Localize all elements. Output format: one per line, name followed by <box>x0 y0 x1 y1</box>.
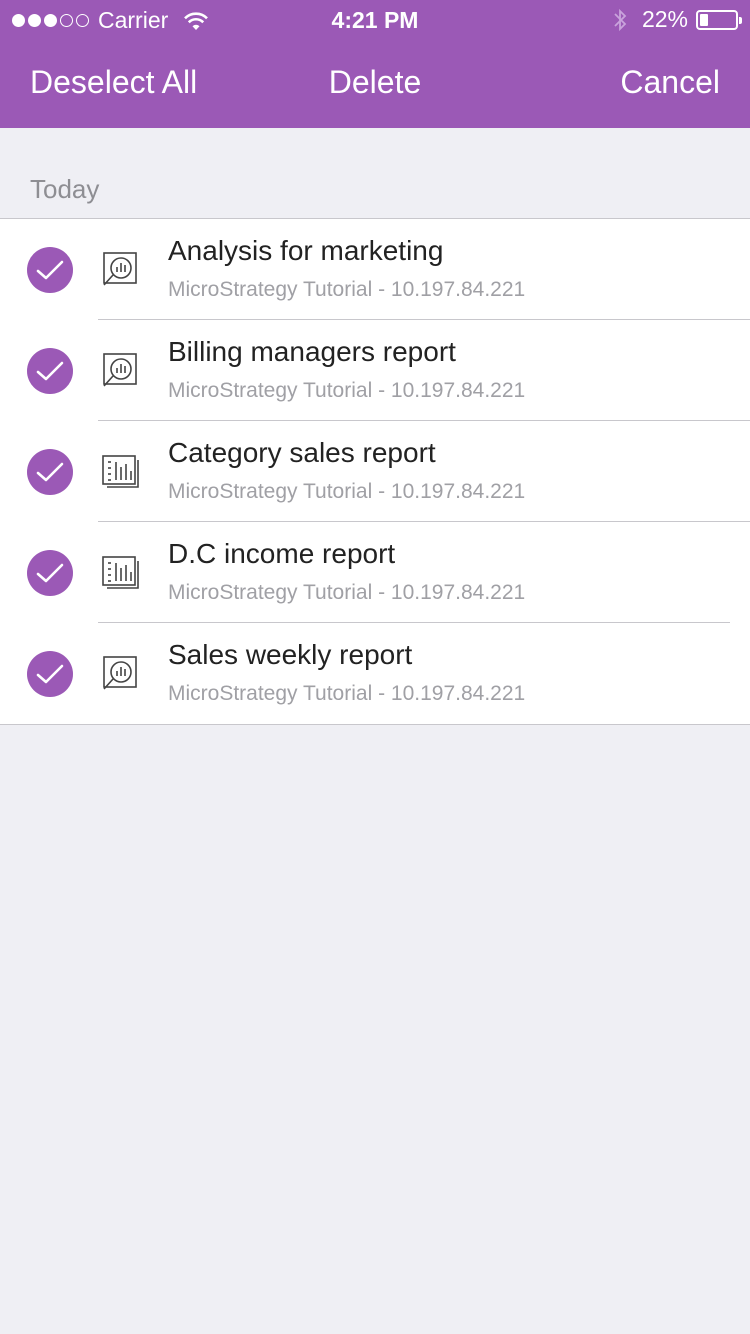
nav-bar: Deselect All Delete Cancel <box>0 40 750 128</box>
checkmark-icon[interactable] <box>27 348 73 394</box>
list-item[interactable]: Analysis for marketing MicroStrategy Tut… <box>0 219 750 320</box>
grid-report-icon <box>102 556 139 589</box>
list-item[interactable]: D.C income report MicroStrategy Tutorial… <box>0 522 750 623</box>
grid-report-icon <box>102 455 139 488</box>
item-subtitle: MicroStrategy Tutorial - 10.197.84.221 <box>168 480 526 503</box>
section-header-today: Today <box>30 174 100 204</box>
item-title: Billing managers report <box>168 336 456 367</box>
battery-icon <box>696 9 742 30</box>
item-subtitle: MicroStrategy Tutorial - 10.197.84.221 <box>168 581 526 604</box>
cancel-button[interactable]: Cancel <box>620 64 720 101</box>
checkmark-icon[interactable] <box>27 651 73 697</box>
item-subtitle: MicroStrategy Tutorial - 10.197.84.221 <box>168 379 526 402</box>
checkmark-icon[interactable] <box>27 449 73 495</box>
list-item[interactable]: Category sales report MicroStrategy Tuto… <box>0 421 750 522</box>
header: Carrier 4:21 PM 22% Deselect All Delete … <box>0 0 750 128</box>
checkmark-icon[interactable] <box>27 247 73 293</box>
report-list: Analysis for marketing MicroStrategy Tut… <box>0 218 750 725</box>
list-item[interactable]: Billing managers report MicroStrategy Tu… <box>0 320 750 421</box>
item-title: Sales weekly report <box>168 639 413 670</box>
item-subtitle: MicroStrategy Tutorial - 10.197.84.221 <box>168 278 526 301</box>
item-subtitle: MicroStrategy Tutorial - 10.197.84.221 <box>168 682 526 705</box>
item-title: Analysis for marketing <box>168 235 444 266</box>
status-right: 22% <box>612 6 742 33</box>
dashboard-report-icon <box>103 252 137 286</box>
dashboard-report-icon <box>103 353 137 387</box>
list-item[interactable]: Sales weekly report MicroStrategy Tutori… <box>0 623 750 724</box>
bluetooth-icon <box>614 8 627 31</box>
item-title: Category sales report <box>168 437 436 468</box>
dashboard-report-icon <box>103 656 137 690</box>
status-bar: Carrier 4:21 PM 22% <box>0 0 750 40</box>
battery-percentage: 22% <box>641 6 688 32</box>
item-title: D.C income report <box>168 538 396 569</box>
checkmark-icon[interactable] <box>27 550 73 596</box>
